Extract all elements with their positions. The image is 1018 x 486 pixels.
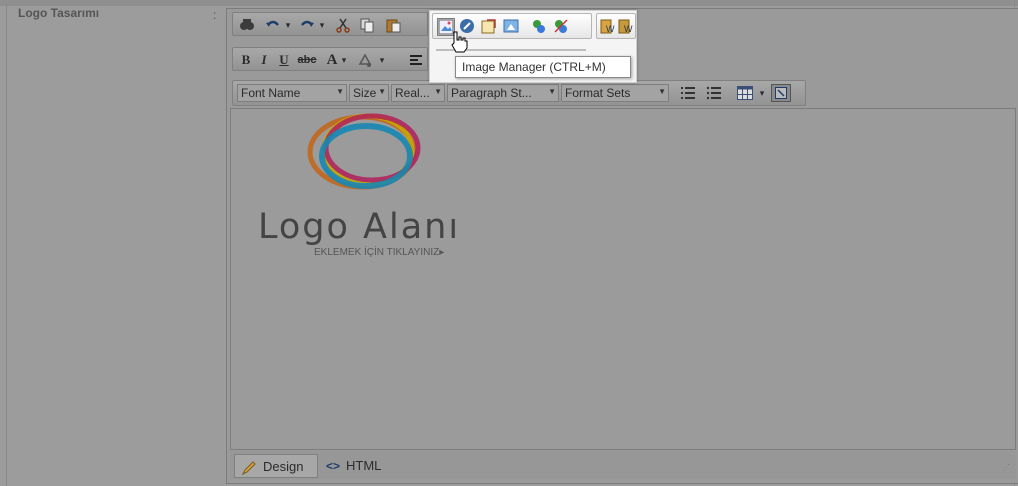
italic-button[interactable]: I	[257, 51, 271, 69]
redo-icon[interactable]	[297, 16, 317, 34]
paste-icon[interactable]	[383, 16, 403, 34]
tab-html-label: HTML	[346, 458, 382, 473]
copy-icon[interactable]	[357, 16, 377, 34]
image-manager-tooltip: Image Manager (CTRL+M)	[455, 56, 631, 78]
mode-bar: Design <> HTML ⋰	[230, 451, 1016, 479]
format-sets-value: Format Sets	[565, 86, 631, 100]
find-icon[interactable]	[237, 16, 257, 34]
strikethrough-button[interactable]: abc	[295, 51, 319, 69]
numbered-list-icon[interactable]	[679, 84, 697, 102]
svg-text:W: W	[624, 24, 633, 34]
paste-from-word-icon[interactable]: W	[599, 18, 617, 36]
paragraph-style-dropdown[interactable]: Paragraph St... ▼	[447, 84, 559, 102]
chevron-down-icon: ▼	[378, 87, 386, 96]
redo-dropdown-icon[interactable]: ▾	[317, 16, 327, 34]
code-icon: <>	[326, 459, 341, 473]
font-name-dropdown[interactable]: Font Name ▼	[237, 84, 347, 102]
pencil-icon	[241, 461, 256, 476]
chevron-down-icon: ▼	[336, 87, 344, 96]
logo-text: Logo Alanı	[258, 207, 461, 247]
bold-button[interactable]: B	[239, 51, 253, 69]
tab-design[interactable]: Design	[234, 454, 318, 478]
undo-dropdown-icon[interactable]: ▾	[283, 16, 293, 34]
toolbar-group-paste: W W	[596, 13, 636, 39]
chevron-down-icon: ▼	[548, 87, 556, 96]
paste-plain-text-icon[interactable]: W	[617, 18, 635, 36]
hand-cursor-icon	[451, 31, 468, 53]
logo-subtext: EKLEMEK İÇİN TIKLAYINIZ▸	[314, 247, 445, 258]
frame-left	[6, 4, 7, 486]
field-label: Logo Tasarımı	[18, 6, 100, 20]
font-color-dropdown-icon[interactable]: ▾	[339, 51, 349, 69]
format-sets-dropdown[interactable]: Format Sets ▼	[561, 84, 669, 102]
toolbar-group-dropdowns: Font Name ▼ Size ▼ Real... ▼ Paragraph S…	[232, 80, 806, 106]
table-dropdown-icon[interactable]: ▾	[757, 84, 767, 102]
svg-text:W: W	[606, 24, 615, 34]
field-colon: :	[213, 8, 217, 22]
tab-design-label: Design	[263, 459, 304, 474]
hyperlink-icon[interactable]	[531, 18, 549, 36]
table-icon[interactable]	[735, 84, 755, 102]
bulleted-list-icon[interactable]	[705, 84, 723, 102]
remove-link-icon[interactable]	[553, 18, 571, 36]
cut-icon[interactable]	[333, 16, 353, 34]
highlight-dropdown-icon[interactable]: ▾	[377, 51, 387, 69]
logo-rings-image[interactable]	[300, 112, 440, 192]
underline-button[interactable]: U	[277, 51, 291, 69]
frame-top	[0, 0, 1018, 6]
resize-grip-icon[interactable]: ⋰	[1002, 463, 1010, 472]
toggle-fullscreen-icon[interactable]	[771, 84, 791, 102]
toolbar-group-edit: ▾ ▾	[232, 12, 428, 36]
font-color-button[interactable]: A	[325, 51, 339, 69]
template-manager-icon[interactable]	[481, 18, 499, 36]
real-dropdown[interactable]: Real... ▼	[391, 84, 445, 102]
undo-icon[interactable]	[263, 16, 283, 34]
real-value: Real...	[395, 86, 430, 100]
chevron-down-icon: ▼	[434, 87, 442, 96]
media-manager-icon[interactable]	[503, 18, 521, 36]
tab-html[interactable]: <> HTML	[322, 454, 402, 478]
size-value: Size	[353, 86, 377, 100]
font-name-value: Font Name	[241, 86, 301, 100]
paragraph-style-value: Paragraph St...	[451, 86, 532, 100]
size-dropdown[interactable]: Size ▼	[349, 84, 389, 102]
toolbar-group-format: B I U abc A ▾ ▾	[232, 47, 428, 71]
chevron-down-icon: ▼	[658, 87, 666, 96]
align-left-icon[interactable]	[409, 51, 423, 69]
highlight-color-icon[interactable]	[355, 51, 375, 69]
